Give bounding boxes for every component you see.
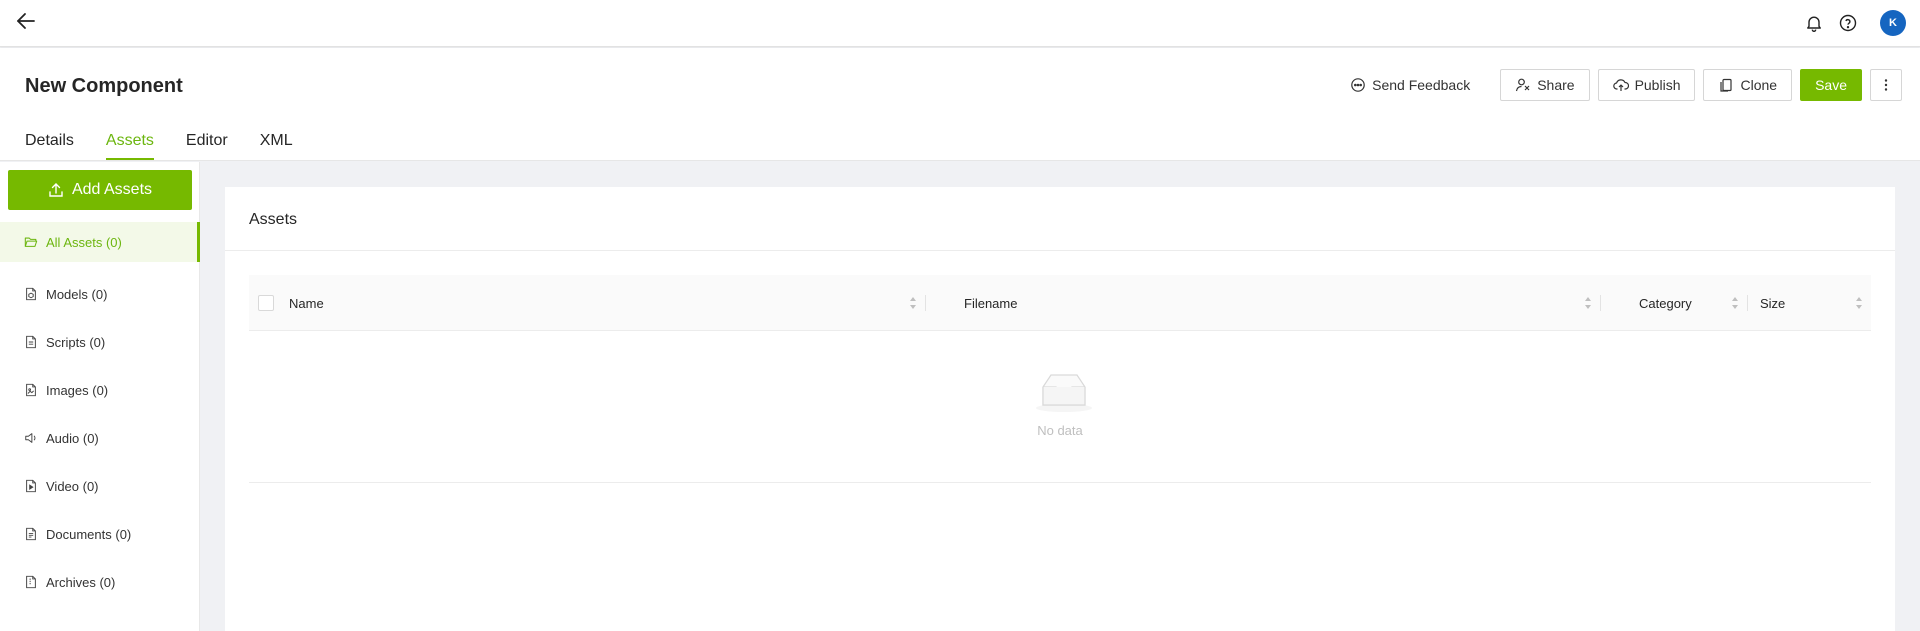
share-user-icon [1516,78,1530,92]
assets-table: Name Filename Category Size No data [249,275,1871,483]
avatar[interactable]: K [1880,10,1906,36]
publish-button[interactable]: Publish [1597,69,1696,101]
speaker-icon [25,433,36,443]
sidebar-item-images[interactable]: Images (0) [0,370,200,410]
add-assets-label: Add Assets [71,181,153,198]
sidebar-item-archives[interactable]: Archives (0) [0,562,200,602]
file-image-icon [26,383,36,397]
column-header-label: Category [1639,295,1692,311]
column-separator [925,295,926,311]
sidebar-item-label: Archives (0) [46,574,116,590]
chat-bubble-icon [1351,78,1365,92]
column-separator [1747,295,1748,311]
table-body-empty: No data [249,331,1871,483]
top-icons: K [1804,10,1906,36]
cloud-upload-icon [1612,79,1629,91]
header-actions: Send Feedback Share Publish Clone Save [1344,69,1902,101]
clone-button[interactable]: Clone [1703,69,1793,101]
column-header-label: Name [289,295,324,311]
sidebar-item-label: Audio (0) [46,430,99,446]
sidebar-item-documents[interactable]: Documents (0) [0,514,200,554]
file-archive-icon [26,575,36,589]
sidebar-item-label: Video (0) [46,478,99,494]
column-header-name[interactable]: Name [289,275,925,331]
tab-bar: Details Assets Editor XML [25,132,293,160]
file-model-icon [26,287,36,301]
save-button[interactable]: Save [1800,69,1862,101]
column-header-category[interactable]: Category [1639,275,1747,331]
share-label: Share [1537,77,1575,93]
file-script-icon [26,335,36,349]
sidebar-item-audio[interactable]: Audio (0) [0,418,200,458]
sidebar-item-all-assets[interactable]: All Assets (0) [0,222,200,262]
sidebar-item-models[interactable]: Models (0) [0,274,200,314]
column-header-label: Size [1760,295,1786,311]
asset-sidebar: Add Assets All Assets (0) Models (0) Scr… [0,162,200,631]
sidebar-item-scripts[interactable]: Scripts (0) [0,322,200,362]
folder-open-icon [24,237,38,247]
sort-icon [1732,297,1738,309]
sort-icon [910,297,916,309]
bell-icon [1807,16,1821,32]
select-all-checkbox[interactable] [258,295,274,311]
send-feedback-button[interactable]: Send Feedback [1344,69,1483,101]
asset-category-nav: All Assets (0) Models (0) Scripts (0) Im… [0,222,200,610]
more-vertical-icon [1884,79,1888,91]
sidebar-item-label: All Assets (0) [46,234,122,250]
sidebar-item-video[interactable]: Video (0) [0,466,200,506]
file-document-icon [26,527,36,541]
notifications-button[interactable] [1804,13,1824,33]
column-header-filename[interactable]: Filename [964,275,1600,331]
assets-card: Assets Name Filename Category Size No da… [225,187,1895,631]
sort-icon [1856,297,1862,309]
column-separator [1600,295,1601,311]
tab-xml[interactable]: XML [260,132,293,159]
arrow-left-icon [17,13,35,29]
sidebar-item-label: Documents (0) [46,526,132,542]
add-assets-button[interactable]: Add Assets [8,170,192,210]
more-options-button[interactable] [1870,69,1902,101]
sidebar-item-label: Scripts (0) [46,334,106,350]
tab-details[interactable]: Details [25,132,74,159]
empty-inbox-icon [1036,374,1092,412]
sidebar-item-label: Images (0) [46,382,109,398]
sidebar-item-label: Models (0) [46,286,108,302]
page-title: New Component [25,75,183,97]
publish-label: Publish [1634,77,1681,93]
copy-icon [1720,78,1733,92]
tab-assets[interactable]: Assets [105,132,154,160]
clone-label: Clone [1740,77,1778,93]
question-circle-icon [1839,14,1857,32]
empty-state-text: No data [1037,423,1083,438]
table-header: Name Filename Category Size [249,275,1871,331]
back-button[interactable] [14,9,38,33]
page-header: New Component Send Feedback Share Publis… [0,48,1920,161]
send-feedback-label: Send Feedback [1372,77,1471,93]
file-video-icon [26,479,36,493]
tab-editor[interactable]: Editor [186,132,228,159]
help-button[interactable] [1838,13,1858,33]
column-header-size[interactable]: Size [1760,275,1871,331]
card-divider [225,250,1895,251]
share-button[interactable]: Share [1500,69,1590,101]
card-title: Assets [249,211,298,228]
sort-icon [1585,297,1591,309]
column-header-label: Filename [964,295,1018,311]
top-bar: K [0,0,1920,47]
upload-icon [49,183,63,197]
